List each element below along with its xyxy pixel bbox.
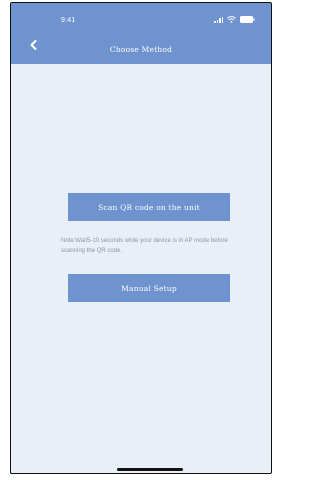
page-title: Choose Method bbox=[109, 45, 173, 54]
signal-icon bbox=[214, 16, 223, 23]
home-indicator[interactable] bbox=[117, 468, 183, 471]
header-bar: 9:41 Choose Method bbox=[11, 3, 271, 64]
phone-frame: 9:41 Choose Method Scan QR code on the u… bbox=[10, 2, 272, 474]
status-icons bbox=[214, 16, 255, 23]
note-text: Note:Wait5-10 seconds while your device … bbox=[61, 238, 228, 254]
wifi-icon bbox=[227, 16, 236, 23]
scan-qr-button[interactable]: Scan QR code on the unit bbox=[68, 193, 230, 221]
manual-setup-button[interactable]: Manual Setup bbox=[68, 274, 230, 302]
battery-icon bbox=[240, 16, 255, 23]
status-time: 9:41 bbox=[61, 17, 76, 24]
